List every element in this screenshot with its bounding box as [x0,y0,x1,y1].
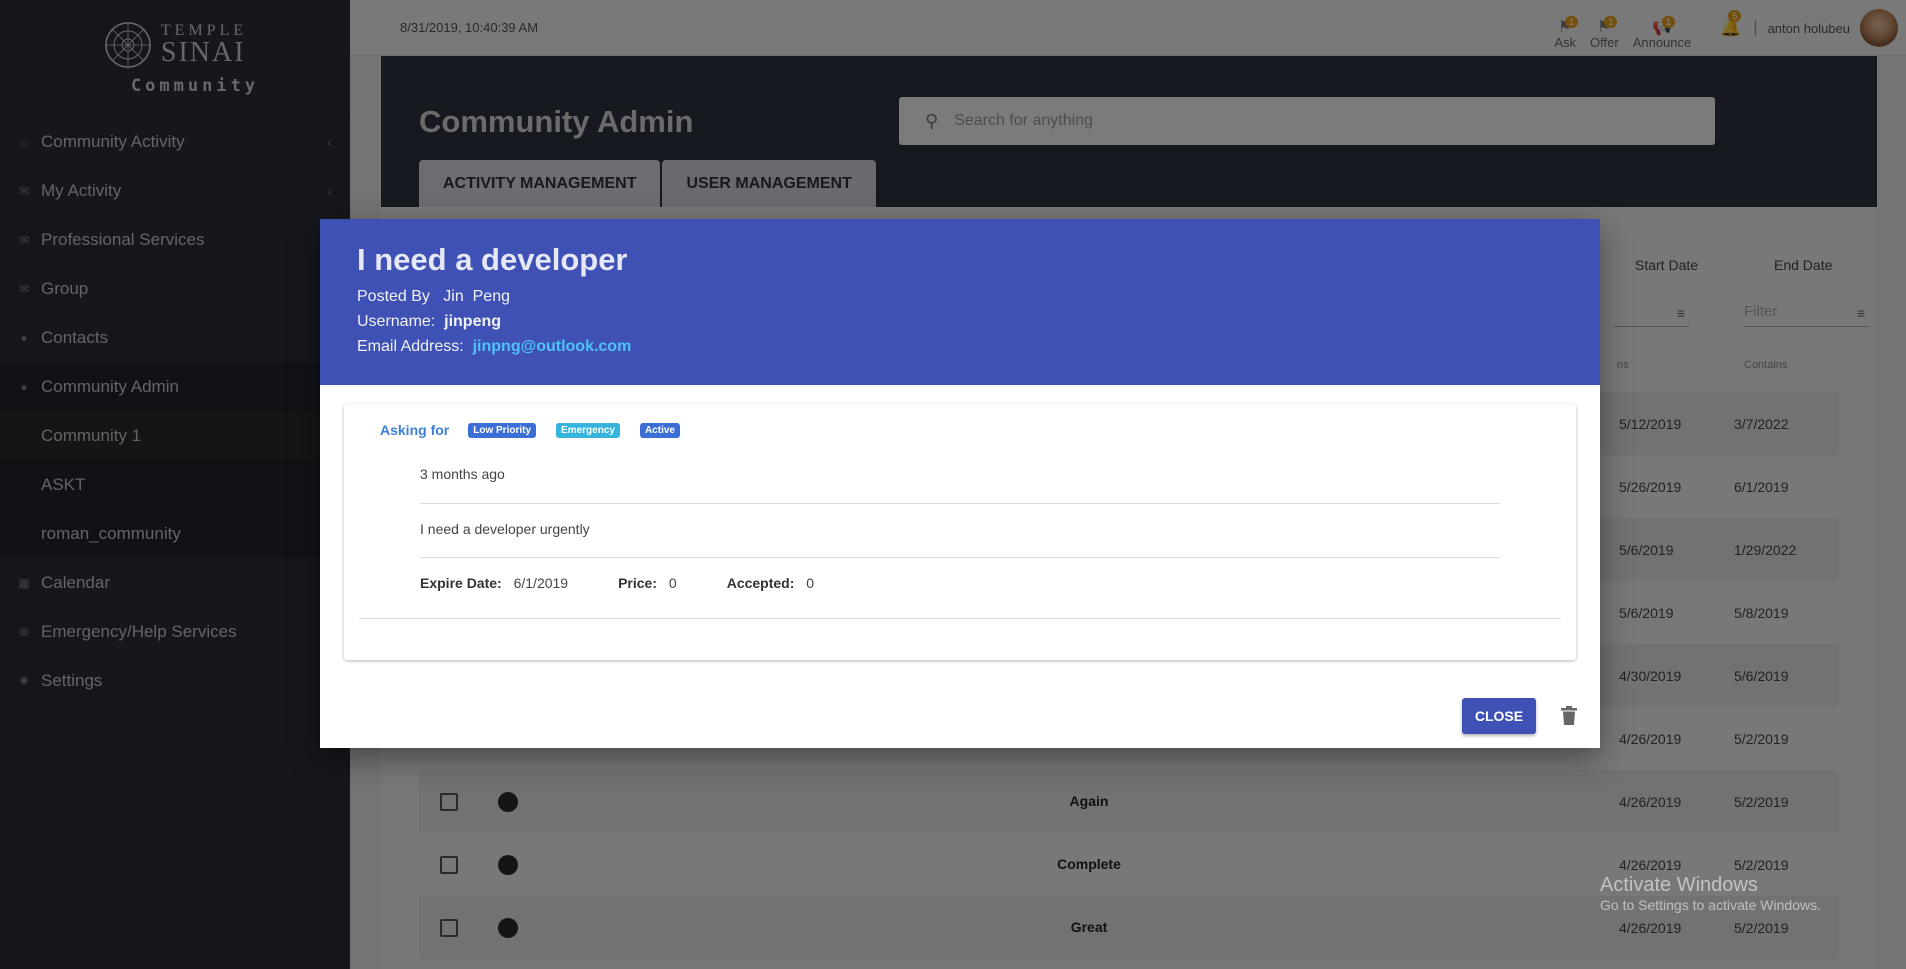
accepted-label: Accepted: [726,575,795,591]
username-line: Username: jinpeng [357,313,1563,331]
divider [420,557,1500,558]
posted-by: Posted By Jin Peng [357,288,1563,306]
asking-for-label: Asking for [380,422,450,438]
email-line: Email Address: jinpng@outlook.com [357,338,1563,356]
price-label: Price: [618,575,658,591]
email-label: Email Address: [357,338,464,355]
activity-meta: Expire Date: 6/1/2019 Price: 0 Accepted:… [420,575,864,591]
trash-icon[interactable] [1560,706,1578,726]
posted-by-label: Posted By [357,288,430,305]
watermark-subtitle: Go to Settings to activate Windows. [1600,897,1821,913]
dialog-header: I need a developer Posted By Jin Peng Us… [320,219,1600,385]
activity-description: I need a developer urgently [420,521,590,537]
close-button[interactable]: CLOSE [1462,698,1536,734]
emergency-badge: Emergency [556,422,620,438]
divider [359,618,1561,619]
username-value: jinpeng [444,313,502,330]
email-link[interactable]: jinpng@outlook.com [473,338,632,355]
activity-card: Asking for Low Priority Emergency Active… [344,404,1576,660]
activity-dialog: I need a developer Posted By Jin Peng Us… [320,219,1600,748]
posted-time: 3 months ago [420,466,505,482]
posted-by-value: Jin Peng [443,288,510,305]
username-label: Username: [357,313,436,330]
priority-badge: Low Priority [468,422,537,438]
price-value: 0 [668,575,677,591]
accepted-value: 0 [806,575,815,591]
status-badge: Active [639,422,680,438]
divider [420,503,1500,504]
expire-value: 6/1/2019 [513,575,569,591]
expire-label: Expire Date: [420,575,502,591]
dialog-title: I need a developer [357,242,628,277]
windows-watermark: Activate Windows Go to Settings to activ… [1600,874,1821,913]
watermark-title: Activate Windows [1600,874,1758,896]
